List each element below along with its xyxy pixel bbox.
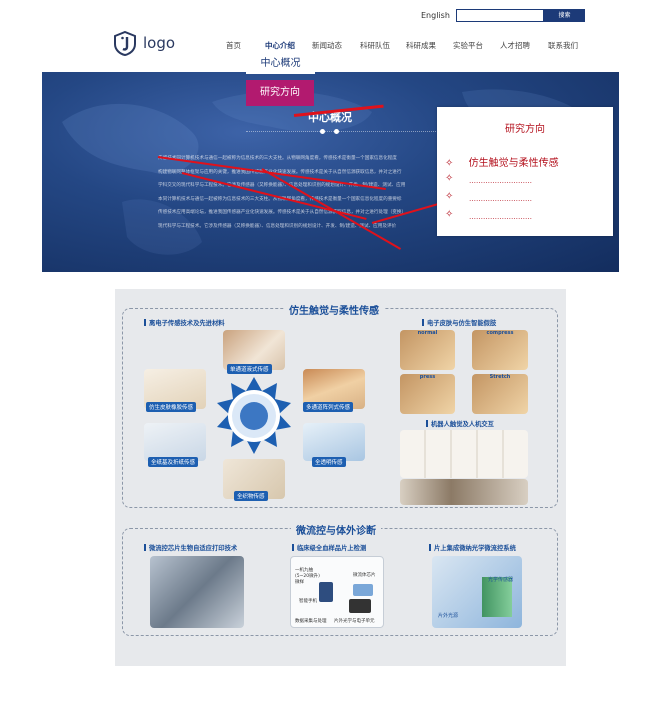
divider-dot bbox=[334, 129, 339, 134]
section-title: 仿生触觉与柔性传感 bbox=[284, 302, 384, 317]
star-bullet-icon: ✧ bbox=[445, 173, 454, 184]
nav-about[interactable]: 中心介绍 bbox=[265, 40, 295, 51]
diagram-label: 一机九抽 (5~20微升) 微样 bbox=[295, 568, 320, 585]
research-direction-card: 研究方向 ✧ 仿生触觉与柔性传感 ✧ ……………………… ✧ ………………………… bbox=[437, 107, 613, 236]
star-bullet-icon: ✧ bbox=[445, 209, 454, 220]
search-button[interactable]: 搜索 bbox=[544, 9, 585, 22]
section-heading: 临床级全血样品片上检测 bbox=[292, 543, 366, 552]
logo-text: logo bbox=[143, 34, 176, 52]
dropdown-item-research[interactable]: 研究方向 bbox=[246, 80, 314, 106]
nav-team[interactable]: 科研队伍 bbox=[360, 40, 390, 51]
star-bullet-icon: ✧ bbox=[445, 158, 454, 169]
hub-label: 全纸基及折纸传感 bbox=[148, 457, 199, 467]
skin-panel-label: Stretch bbox=[489, 374, 511, 380]
card-item-text: ……………………… bbox=[469, 195, 532, 203]
skin-panel bbox=[400, 374, 455, 414]
skin-panel-label: normal bbox=[417, 330, 438, 336]
nav-recruit[interactable]: 人才招聘 bbox=[500, 40, 530, 51]
laser-beam-icon bbox=[482, 577, 512, 617]
nav-news[interactable]: 新闻动态 bbox=[312, 40, 342, 51]
section-heading: 微流控芯片生物自适应打印技术 bbox=[144, 543, 237, 552]
hero-body-line: 现代科学与工程技术。它涉及传感器（又称换能器）、信息处理和识别的规划设计、开发、… bbox=[158, 223, 397, 229]
section-heading: 电子皮肤与仿生智能假肢 bbox=[422, 318, 496, 327]
section-title: 微流控与体外诊断 bbox=[291, 522, 381, 537]
nav-home[interactable]: 首页 bbox=[226, 40, 241, 51]
diagram-label: 数据采集与处理 bbox=[295, 619, 327, 624]
divider-dot bbox=[320, 129, 325, 134]
hub-label: 多通道阵列式传感 bbox=[303, 402, 354, 412]
printer-photo bbox=[150, 556, 244, 628]
star-bullet-icon: ✧ bbox=[445, 191, 454, 202]
diagram-label: 微流体芯片 bbox=[353, 573, 376, 578]
section-heading: 机器人触觉及人机交互 bbox=[426, 419, 494, 428]
card-title: 研究方向 bbox=[505, 124, 545, 135]
card-item-text: 仿生触觉与柔性传感 bbox=[468, 158, 559, 169]
diagram-label: 片外光学与电子单元 bbox=[334, 619, 375, 624]
research-poster: 仿生触觉与柔性传感 离电子传感技术及先进材料 电子皮肤与仿生智能假肢 单通道液式… bbox=[115, 289, 566, 666]
card-item[interactable]: ✧ ……………………… bbox=[445, 191, 532, 203]
sensor-hub-diagram bbox=[217, 377, 291, 454]
device-icon bbox=[349, 599, 371, 613]
robot-hand-photo bbox=[400, 479, 528, 505]
optics-label: 片外光源 bbox=[438, 613, 459, 619]
section-heading: 离电子传感技术及先进材料 bbox=[144, 318, 225, 327]
phone-icon bbox=[319, 582, 333, 602]
sensor-photo bbox=[144, 423, 206, 461]
robot-hand-grid bbox=[400, 430, 528, 478]
hub-label: 全织物传感 bbox=[234, 491, 268, 501]
hero-body-line: 本同计算机技术与通信一起被称为信息技术的三大支柱。从物联网角度看，传感技术是衡量… bbox=[158, 196, 402, 202]
language-link[interactable]: English bbox=[421, 11, 450, 20]
skin-panel-label: compress bbox=[486, 330, 514, 336]
optics-photo: 光学传感器 片外光源 bbox=[432, 556, 522, 628]
sensor-photo bbox=[303, 423, 365, 461]
diagram-label: 智能手机 bbox=[299, 599, 317, 604]
dropdown-item-overview[interactable]: 中心概况 bbox=[246, 54, 315, 74]
card-item[interactable]: ✧ 仿生触觉与柔性传感 bbox=[445, 154, 559, 169]
card-item[interactable]: ✧ ……………………… bbox=[445, 173, 532, 185]
nav-platform[interactable]: 实验平台 bbox=[453, 40, 483, 51]
test-flow-diagram: 一机九抽 (5~20微升) 微样 微流体芯片 智能手机 片外光学与电子单元 数据… bbox=[290, 556, 384, 628]
optics-label: 光学传感器 bbox=[488, 577, 514, 583]
chip-icon bbox=[353, 584, 373, 596]
section-heading: 片上集成微纳光学微流控系统 bbox=[429, 543, 516, 552]
nav-contact[interactable]: 联系我们 bbox=[548, 40, 578, 51]
nav-results[interactable]: 科研成果 bbox=[406, 40, 436, 51]
hub-label: 单通道液式传感 bbox=[227, 364, 272, 374]
logo-shield-icon bbox=[114, 31, 136, 56]
skin-panel-label: press bbox=[419, 374, 436, 380]
skin-panel bbox=[400, 330, 455, 370]
skin-panel bbox=[472, 374, 528, 414]
search-input[interactable] bbox=[456, 9, 544, 22]
skin-panel bbox=[472, 330, 528, 370]
hub-label: 全透明传感 bbox=[312, 457, 346, 467]
card-item-text: ……………………… bbox=[469, 177, 532, 185]
hub-label: 仿生皮肤橡胶传感 bbox=[146, 402, 197, 412]
card-item-text: ……………………… bbox=[469, 213, 532, 221]
card-item[interactable]: ✧ ……………………… bbox=[445, 209, 532, 221]
